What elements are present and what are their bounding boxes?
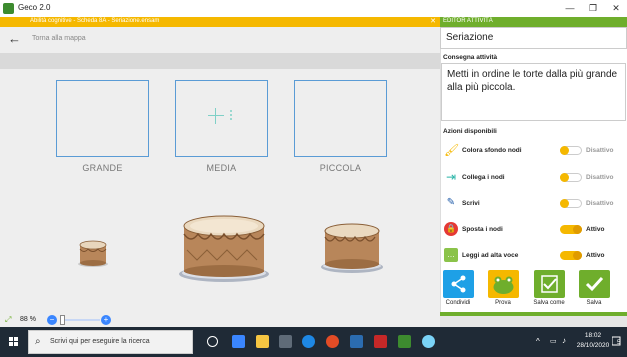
- speech-icon: …: [444, 248, 458, 262]
- toggle-read-aloud[interactable]: [560, 251, 582, 260]
- instruction-label: Consegna attività: [443, 54, 498, 61]
- editor-footer: [440, 316, 627, 327]
- actions-label: Azioni disponibili: [443, 128, 497, 135]
- clock-time[interactable]: 18:02: [578, 332, 608, 339]
- test-label: Prova: [495, 300, 511, 306]
- toggle-write[interactable]: [560, 199, 582, 208]
- toolbar-strip: [0, 53, 440, 69]
- fit-screen-icon[interactable]: ⤢: [5, 316, 14, 324]
- chrome-icon[interactable]: [326, 335, 339, 348]
- notification-count: 5: [617, 340, 621, 346]
- volume-icon[interactable]: ♪: [562, 336, 566, 345]
- save-as-icon: [541, 275, 558, 293]
- medium-cake-image[interactable]: [320, 219, 385, 274]
- search-icon: ⌕: [35, 336, 41, 347]
- edge-icon[interactable]: [302, 335, 315, 348]
- document-title: Abilità cognitive - Scheda 8A - Seriazio…: [30, 18, 160, 24]
- cortana-icon[interactable]: [207, 336, 218, 347]
- taskbar-search-placeholder: Scrivi qui per eseguire la ricerca: [50, 338, 150, 345]
- toggle-state-move: Attivo: [586, 226, 605, 233]
- action-label-write: Scrivi: [462, 200, 480, 207]
- close-button[interactable]: ✕: [606, 2, 626, 15]
- save-button[interactable]: [579, 270, 610, 298]
- minimize-button[interactable]: —: [560, 2, 580, 15]
- share-button[interactable]: [443, 270, 474, 298]
- slot-piccola[interactable]: [294, 80, 387, 157]
- window-title: Geco 2.0: [18, 3, 51, 12]
- toggle-move-nodes[interactable]: [560, 225, 582, 234]
- toggle-state-read: Attivo: [586, 252, 605, 259]
- test-button[interactable]: [488, 270, 519, 298]
- notifications-icon[interactable]: 5: [611, 335, 622, 347]
- save-as-button[interactable]: [534, 270, 565, 298]
- window-titlebar: [0, 0, 627, 17]
- checkmark-icon: [585, 276, 604, 292]
- connect-arrow-icon: ⇥: [445, 170, 457, 184]
- share-label: Condividi: [445, 300, 471, 306]
- slot-grande[interactable]: [56, 80, 149, 157]
- document-close-button[interactable]: ✕: [426, 17, 440, 27]
- clock-date[interactable]: 28/10/2020: [573, 342, 613, 349]
- slot-label-media: MEDIA: [206, 163, 237, 173]
- instruction-textarea[interactable]: Metti in ordine le torte dalla più grand…: [441, 63, 626, 121]
- slot-label-grande: GRANDE: [82, 163, 123, 173]
- tray-chevron-icon[interactable]: ^: [536, 337, 540, 346]
- network-icon[interactable]: ▭: [550, 337, 557, 345]
- action-label-connect: Collega i nodi: [462, 174, 505, 181]
- share-icon: [451, 275, 466, 293]
- frog-icon: [493, 276, 514, 294]
- task-view-icon[interactable]: [232, 335, 245, 348]
- add-node-icon[interactable]: [208, 108, 224, 124]
- action-label-color: Colora sfondo nodi: [462, 147, 522, 154]
- toggle-state-connect: Disattivo: [586, 174, 614, 181]
- zoom-in-button[interactable]: +: [101, 315, 111, 325]
- lock-icon: 🔒: [444, 222, 458, 236]
- app-logo-icon: [3, 3, 14, 14]
- save-label: Salva: [586, 300, 602, 306]
- toggle-connect-nodes[interactable]: [560, 173, 582, 182]
- action-label-read: Leggi ad alta voce: [462, 252, 519, 259]
- zoom-out-button[interactable]: −: [47, 315, 57, 325]
- acrobat-icon[interactable]: [374, 335, 387, 348]
- toggle-color-nodes[interactable]: [560, 146, 582, 155]
- maximize-button[interactable]: ❐: [583, 2, 603, 15]
- large-cake-image[interactable]: [177, 210, 272, 283]
- word-icon[interactable]: [350, 335, 363, 348]
- small-cake-image[interactable]: [75, 238, 111, 268]
- taskbar-app-icon[interactable]: [279, 335, 292, 348]
- zoom-slider-thumb[interactable]: [60, 315, 65, 325]
- editor-title: EDITOR ATTIVITÀ: [443, 18, 493, 24]
- windows-start-icon[interactable]: [9, 337, 19, 347]
- slot-label-piccola: PICCOLA: [319, 163, 362, 173]
- back-arrow-icon[interactable]: ←: [8, 31, 21, 46]
- back-to-map-link[interactable]: Torna alla mappa: [32, 35, 86, 42]
- action-label-move: Sposta i nodi: [462, 226, 503, 233]
- file-explorer-icon[interactable]: [256, 335, 269, 348]
- zoom-slider[interactable]: [60, 319, 100, 321]
- toggle-state-color: Disattivo: [586, 147, 614, 154]
- activity-name-input[interactable]: Seriazione: [440, 27, 627, 49]
- taskbar-app-icon-2[interactable]: [422, 335, 435, 348]
- paint-roller-icon: 🖌: [444, 143, 460, 157]
- toggle-state-write: Disattivo: [586, 200, 614, 207]
- save-as-label: Salva come: [533, 300, 565, 306]
- drag-handle-icon[interactable]: [230, 110, 233, 122]
- write-icon: ✎: [446, 197, 456, 208]
- zoom-value: 88 %: [20, 316, 36, 323]
- geco-app-icon[interactable]: [398, 335, 411, 348]
